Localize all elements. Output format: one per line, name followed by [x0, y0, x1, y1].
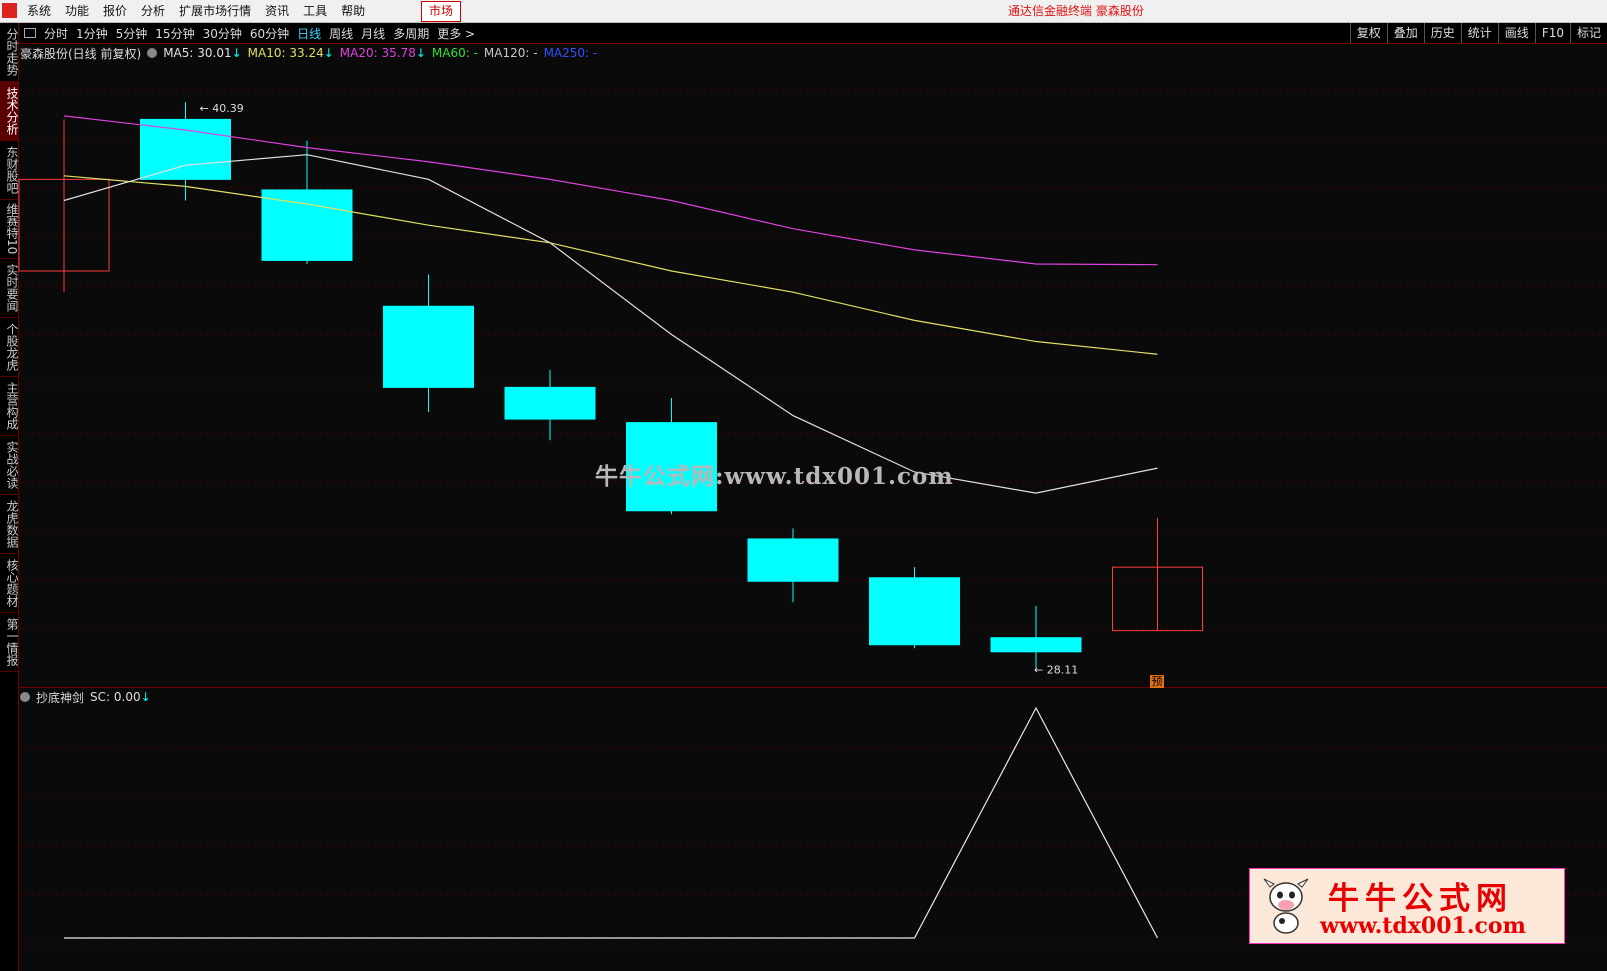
candle-body: [869, 577, 960, 646]
candle-body: [504, 386, 596, 420]
site-logo: 牛牛公式网 www.tdx001.com: [1249, 868, 1565, 944]
ma5-line: [63, 154, 1158, 494]
low-price-label: ← 28.11: [1034, 663, 1078, 676]
candle-body: [383, 305, 474, 388]
watermark-text: 牛牛公式网:www.tdx001.com: [595, 463, 954, 490]
indicator-line: [64, 706, 1159, 939]
forecast-badge: 预: [1150, 675, 1164, 688]
candle-body: [990, 637, 1082, 653]
candle-body: [747, 538, 839, 582]
candle-body: [261, 189, 353, 261]
cow-mascot-icon: [1263, 878, 1309, 934]
ma10-line: [63, 175, 1158, 355]
logo-url: www.tdx001.com: [1320, 913, 1526, 939]
candle-body: [140, 118, 231, 180]
logo-title: 牛牛公式网: [1328, 881, 1513, 917]
high-price-label: ← 40.39: [200, 102, 244, 115]
